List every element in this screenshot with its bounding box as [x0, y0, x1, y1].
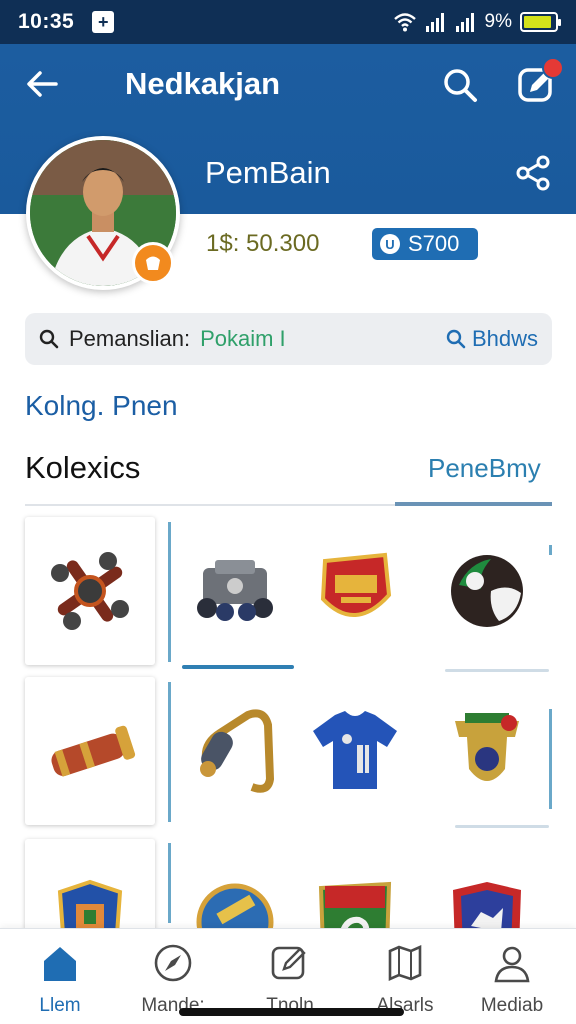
home-icon — [44, 947, 76, 981]
blue-jersey-item[interactable] — [290, 677, 420, 825]
search-action-label: Bhdws — [471, 326, 538, 351]
status-bar: 10:35 + 9% — [0, 0, 576, 44]
fidget-spinner-icon — [51, 552, 129, 630]
grid-underline — [182, 665, 294, 669]
battery-fill — [524, 16, 551, 28]
grid-underline — [455, 825, 549, 828]
section-link[interactable]: Kolng. Pnen — [25, 390, 178, 422]
search-label: Pemanslian: — [69, 326, 191, 351]
status-right: 9% — [393, 11, 561, 33]
search-small-icon — [39, 329, 59, 349]
back-arrow-icon[interactable] — [22, 64, 62, 104]
medal-icon — [455, 713, 519, 781]
search-action-icon — [446, 329, 466, 349]
tab-pending[interactable]: PeneBmy — [428, 453, 541, 484]
tab-active-indicator — [395, 502, 552, 506]
telescope-item[interactable] — [25, 677, 155, 825]
red-badge-item[interactable] — [290, 517, 420, 665]
nav-explore[interactable]: Mande: — [123, 943, 223, 1017]
grid-underline — [445, 669, 549, 672]
search-bar[interactable]: Pemanslian: Pokaim I Bhdws — [25, 313, 552, 365]
horn-icon — [200, 709, 275, 793]
nav-home[interactable]: Llem — [10, 943, 110, 1017]
robot-tank-item[interactable] — [170, 517, 300, 665]
notification-dot — [542, 57, 564, 79]
profile-icon — [494, 946, 530, 983]
edit-icon — [271, 946, 306, 980]
robot-tank-icon — [197, 560, 273, 621]
nav-map[interactable]: Alsarls — [355, 943, 455, 1017]
battery-icon — [520, 12, 561, 32]
fidget-spinner-item[interactable] — [25, 517, 155, 665]
coin-amount: S700 — [408, 231, 460, 256]
share-icon[interactable] — [515, 154, 553, 192]
notification-icon: + — [92, 11, 115, 33]
nav-label: Mediab — [480, 995, 544, 1016]
page-title: Nedkakjan — [125, 66, 281, 101]
status-time: 10:35 — [18, 10, 75, 33]
coin-icon: U — [380, 234, 400, 254]
signal-icon-2 — [455, 13, 474, 32]
horn-item[interactable] — [170, 677, 300, 825]
search-action-button[interactable]: Bhdws — [446, 326, 538, 352]
coin-badge[interactable]: U S700 — [372, 228, 478, 260]
telescope-icon — [51, 725, 136, 777]
grid-divider — [549, 545, 552, 555]
tab-collections[interactable]: Kolexics — [25, 450, 140, 486]
nav-profile[interactable]: Mediab — [462, 943, 562, 1017]
search-icon[interactable] — [440, 65, 480, 105]
red-badge-icon — [320, 552, 392, 617]
search-value[interactable]: Pokaim I — [200, 326, 286, 352]
nav-edit[interactable]: Tnoln — [240, 943, 340, 1017]
avatar-badge-icon — [132, 242, 174, 284]
soccer-ball-item[interactable] — [422, 517, 552, 665]
home-indicator — [179, 1008, 404, 1016]
blue-jersey-icon — [313, 711, 397, 789]
battery-percent: 9% — [484, 11, 512, 32]
soccer-ball-icon — [451, 555, 523, 627]
nav-label: Llem — [39, 995, 81, 1016]
medal-item[interactable] — [422, 677, 552, 825]
grid-divider — [549, 709, 552, 809]
compass-icon — [154, 944, 192, 982]
wifi-icon — [393, 13, 416, 32]
app-bar: Nedkakjan — [0, 44, 576, 128]
signal-icon — [425, 13, 444, 32]
balance-amount: 1$: 50.300 — [206, 230, 320, 257]
profile-name: PemBain — [205, 155, 331, 190]
map-icon — [388, 944, 422, 982]
